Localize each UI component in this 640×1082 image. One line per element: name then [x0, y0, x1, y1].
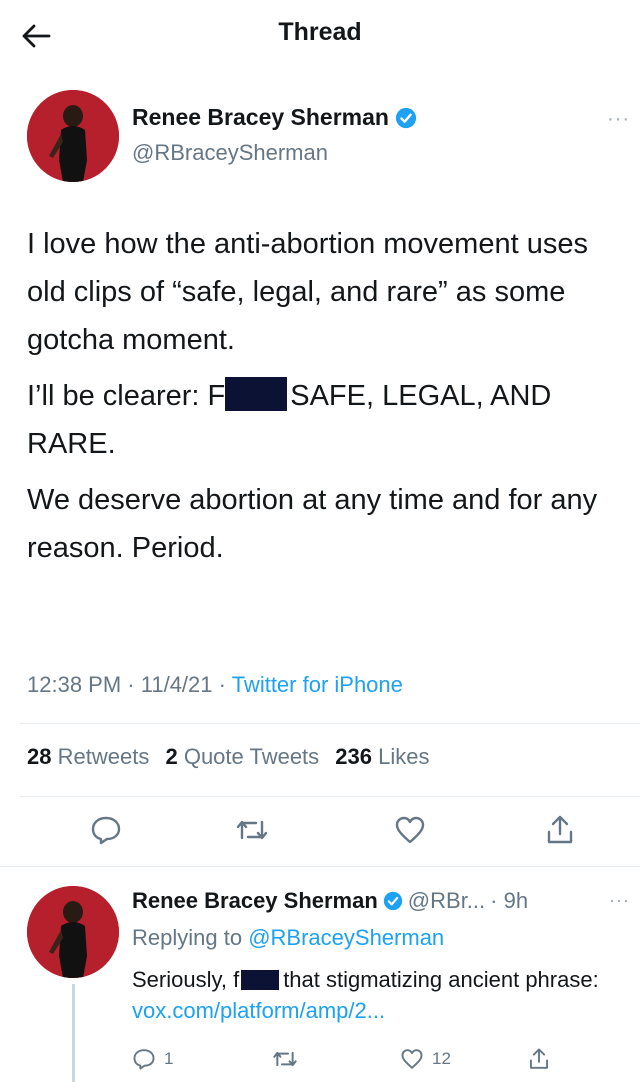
- divider: [20, 796, 640, 797]
- redaction-bar: [225, 377, 288, 411]
- retweet-button[interactable]: [232, 810, 272, 850]
- author-name-text: Renee Bracey Sherman: [132, 104, 389, 130]
- tweet-text: I love how the anti-abortion movement us…: [27, 220, 617, 580]
- verified-badge-icon: [395, 107, 417, 128]
- reply-author-handle[interactable]: @RBr...: [408, 888, 485, 914]
- author-handle[interactable]: @RBraceySherman: [132, 140, 328, 166]
- retweet-icon: [236, 820, 268, 840]
- tweet-paragraph: We deserve abortion at any time and for …: [27, 484, 598, 564]
- reply-text-segment: Seriously, f: [132, 967, 240, 992]
- reply-text-segment: that stigmatizing ancient phrase:: [283, 967, 599, 992]
- retweet-button[interactable]: [272, 1042, 306, 1076]
- quote-tweets-stat[interactable]: 2 Quote Tweets: [165, 744, 319, 769]
- tweet-text-segment: I’ll be clearer: F: [27, 380, 226, 412]
- author-name[interactable]: Renee Bracey Sherman: [132, 104, 417, 131]
- tweet-date[interactable]: 11/4/21: [141, 672, 213, 697]
- reply-button[interactable]: [86, 810, 126, 850]
- retweet-icon: [273, 1051, 297, 1067]
- tweet-paragraph: I’ll be clearer: F SAFE, LEGAL, AND RARE.: [27, 372, 617, 468]
- reply-tweet[interactable]: Renee Bracey Sherman @RBr... · 9h ··· Re…: [0, 868, 640, 1082]
- like-button[interactable]: [390, 810, 430, 850]
- tweet-paragraph: I love how the anti-abortion movement us…: [27, 228, 588, 356]
- divider: [20, 723, 640, 724]
- share-button[interactable]: [540, 810, 580, 850]
- avatar[interactable]: [27, 886, 119, 978]
- page-title: Thread: [278, 18, 362, 46]
- retweets-stat[interactable]: 28 Retweets: [27, 744, 149, 769]
- tweet-stats: 28 Retweets 2 Quote Tweets 236 Likes: [27, 744, 440, 770]
- tweet-time[interactable]: 12:38 PM: [27, 672, 121, 697]
- meta-separator: ·: [218, 672, 226, 697]
- reply-icon: [91, 816, 121, 845]
- reply-actions: 1 12: [0, 1042, 640, 1076]
- more-icon[interactable]: ···: [607, 108, 630, 131]
- tweet-actions: [0, 810, 640, 860]
- share-icon: [529, 1048, 549, 1069]
- share-button[interactable]: [528, 1042, 550, 1076]
- divider: [0, 866, 640, 867]
- like-icon: [395, 816, 425, 844]
- share-icon: [547, 815, 573, 844]
- reply-icon: [133, 1049, 155, 1070]
- mention-link[interactable]: @RBraceySherman: [248, 925, 444, 950]
- tweet-metadata: 12:38 PM · 11/4/21 · Twitter for iPhone: [27, 672, 403, 698]
- tweet-source-link[interactable]: Twitter for iPhone: [232, 672, 403, 697]
- thread-header: Thread: [0, 0, 640, 70]
- reply-header: Renee Bracey Sherman @RBr... · 9h: [132, 888, 528, 914]
- more-icon[interactable]: ···: [609, 890, 630, 911]
- reply-text: Seriously, f that stigmatizing ancient ph…: [132, 964, 622, 1026]
- reply-link[interactable]: vox.com/platform/amp/2...: [132, 998, 385, 1023]
- avatar[interactable]: [27, 90, 119, 182]
- like-button[interactable]: 12: [400, 1042, 451, 1076]
- reply-button[interactable]: 1: [132, 1042, 173, 1076]
- meta-separator: ·: [127, 672, 135, 697]
- reply-count: 1: [164, 1049, 174, 1068]
- replying-label: Replying to: [132, 925, 243, 950]
- reply-time[interactable]: · 9h: [490, 888, 528, 914]
- like-icon: [401, 1049, 423, 1069]
- reply-author-name[interactable]: Renee Bracey Sherman: [132, 888, 378, 914]
- likes-stat[interactable]: 236 Likes: [335, 744, 429, 769]
- replying-to: Replying to @RBraceySherman: [132, 925, 444, 951]
- verified-badge-icon: [383, 891, 402, 911]
- like-count: 12: [432, 1049, 451, 1068]
- redaction-bar: [241, 970, 280, 990]
